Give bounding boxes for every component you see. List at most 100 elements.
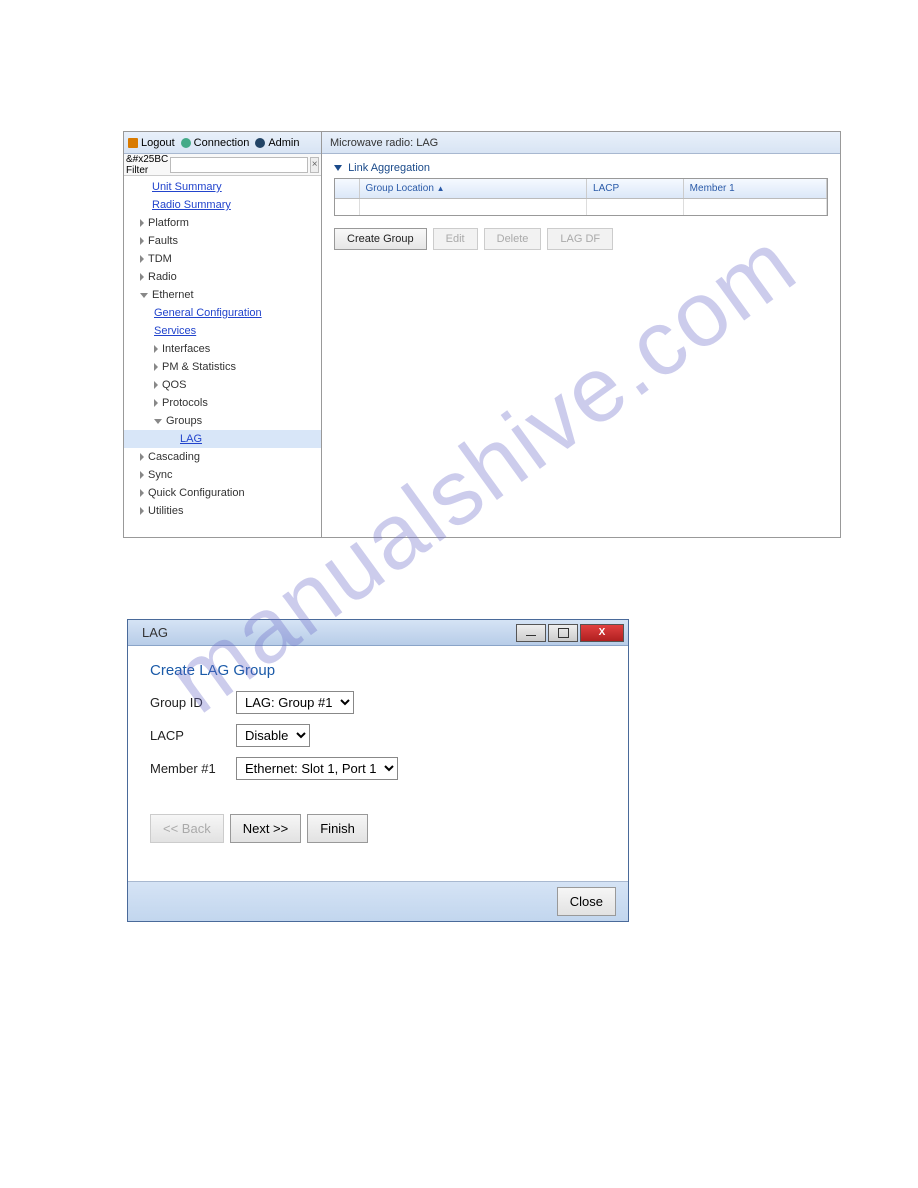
logout-label: Logout (141, 137, 175, 149)
section-header[interactable]: Link Aggregation (334, 162, 828, 174)
minimize-button[interactable] (516, 624, 546, 642)
chevron-right-icon (140, 507, 144, 515)
tree-label: Quick Configuration (148, 487, 245, 499)
col-label: Group Location (366, 183, 434, 194)
table-row-empty (335, 199, 827, 216)
tree-label: Protocols (162, 397, 208, 409)
tree-label: Sync (148, 469, 172, 481)
logout-icon (128, 138, 138, 148)
dialog-header: Create LAG Group (150, 662, 606, 679)
label-member1: Member #1 (150, 761, 236, 776)
page-title-bar: Microwave radio: LAG (322, 132, 840, 154)
chevron-down-icon (140, 293, 148, 298)
connection-link[interactable]: Connection (181, 137, 250, 149)
chevron-right-icon (140, 237, 144, 245)
tree-lag[interactable]: LAG (124, 430, 321, 448)
dialog-footer: Close (128, 881, 628, 921)
button-row: Create Group Edit Delete LAG DF (334, 228, 828, 250)
close-footer-button[interactable]: Close (557, 887, 616, 916)
filter-prefix: &#x25BC Filter (126, 154, 168, 176)
row-lacp: LACP Disable (150, 724, 606, 747)
next-button[interactable]: Next >> (230, 814, 302, 843)
window-controls: X (514, 620, 628, 645)
dialog-titlebar: LAG X (128, 620, 628, 646)
label-lacp: LACP (150, 728, 236, 743)
chevron-right-icon (140, 255, 144, 263)
tree-label: QOS (162, 379, 186, 391)
tree-tdm[interactable]: TDM (124, 250, 321, 268)
chevron-down-icon (154, 419, 162, 424)
tree-protocols[interactable]: Protocols (124, 394, 321, 412)
tree-radio-summary[interactable]: Radio Summary (124, 196, 321, 214)
chevron-right-icon (140, 453, 144, 461)
filter-input[interactable] (170, 157, 308, 173)
content-panel: Microwave radio: LAG Link Aggregation Gr… (322, 132, 840, 537)
tree-label: PM & Statistics (162, 361, 236, 373)
select-group-id[interactable]: LAG: Group #1 (236, 691, 354, 714)
top-toolbar: Logout Connection Admin (124, 132, 321, 154)
chevron-down-icon (334, 165, 342, 171)
chevron-right-icon (154, 345, 158, 353)
tree-label: Platform (148, 217, 189, 229)
app-window: Logout Connection Admin &#x25BC Filter ×… (123, 131, 841, 538)
tree-platform[interactable]: Platform (124, 214, 321, 232)
admin-link[interactable]: Admin (255, 137, 299, 149)
col-lacp[interactable]: LACP (587, 179, 684, 199)
close-button[interactable]: X (580, 624, 624, 642)
tree-label: Faults (148, 235, 178, 247)
dialog-title: LAG (142, 625, 168, 640)
tree-quick-config[interactable]: Quick Configuration (124, 484, 321, 502)
tree-pm-stats[interactable]: PM & Statistics (124, 358, 321, 376)
edit-button: Edit (433, 228, 478, 250)
chevron-right-icon (140, 273, 144, 281)
col-group-location[interactable]: Group Location ▲ (359, 179, 587, 199)
tree-label: Groups (166, 415, 202, 427)
select-lacp[interactable]: Disable (236, 724, 310, 747)
admin-icon (255, 138, 265, 148)
chevron-right-icon (154, 363, 158, 371)
logout-link[interactable]: Logout (128, 137, 175, 149)
label-group-id: Group ID (150, 695, 236, 710)
tree-cascading[interactable]: Cascading (124, 448, 321, 466)
back-button: << Back (150, 814, 224, 843)
tree-label: Cascading (148, 451, 200, 463)
finish-button[interactable]: Finish (307, 814, 368, 843)
col-member1[interactable]: Member 1 (683, 179, 826, 199)
filter-row: &#x25BC Filter × (124, 154, 321, 176)
tree-utilities[interactable]: Utilities (124, 502, 321, 520)
filter-clear-button[interactable]: × (310, 157, 319, 173)
row-group-id: Group ID LAG: Group #1 (150, 691, 606, 714)
tree-label: Ethernet (152, 289, 194, 301)
page-title: Microwave radio: LAG (330, 137, 438, 149)
lagdf-button: LAG DF (547, 228, 613, 250)
maximize-button[interactable] (548, 624, 578, 642)
delete-button: Delete (484, 228, 542, 250)
create-lag-dialog: LAG X Create LAG Group Group ID LAG: Gro… (127, 619, 629, 922)
tree-sync[interactable]: Sync (124, 466, 321, 484)
select-member1[interactable]: Ethernet: Slot 1, Port 1 (236, 757, 398, 780)
create-group-button[interactable]: Create Group (334, 228, 427, 250)
tree-groups[interactable]: Groups (124, 412, 321, 430)
tree-services[interactable]: Services (124, 322, 321, 340)
lag-table: Group Location ▲ LACP Member 1 (334, 178, 828, 216)
sort-asc-icon: ▲ (437, 184, 445, 193)
tree-ethernet[interactable]: Ethernet (124, 286, 321, 304)
col-select[interactable] (335, 179, 359, 199)
chevron-right-icon (140, 219, 144, 227)
tree-unit-summary[interactable]: Unit Summary (124, 178, 321, 196)
connection-icon (181, 138, 191, 148)
tree-interfaces[interactable]: Interfaces (124, 340, 321, 358)
dialog-body: Create LAG Group Group ID LAG: Group #1 … (128, 646, 628, 881)
tree-radio[interactable]: Radio (124, 268, 321, 286)
nav-tree: Unit Summary Radio Summary Platform Faul… (124, 176, 321, 537)
tree-general-config[interactable]: General Configuration (124, 304, 321, 322)
tree-label: Utilities (148, 505, 183, 517)
chevron-right-icon (154, 399, 158, 407)
tree-faults[interactable]: Faults (124, 232, 321, 250)
chevron-right-icon (154, 381, 158, 389)
chevron-right-icon (140, 489, 144, 497)
tree-qos[interactable]: QOS (124, 376, 321, 394)
section-title: Link Aggregation (348, 162, 430, 174)
wizard-buttons: << Back Next >> Finish (150, 814, 606, 843)
tree-label: Interfaces (162, 343, 210, 355)
